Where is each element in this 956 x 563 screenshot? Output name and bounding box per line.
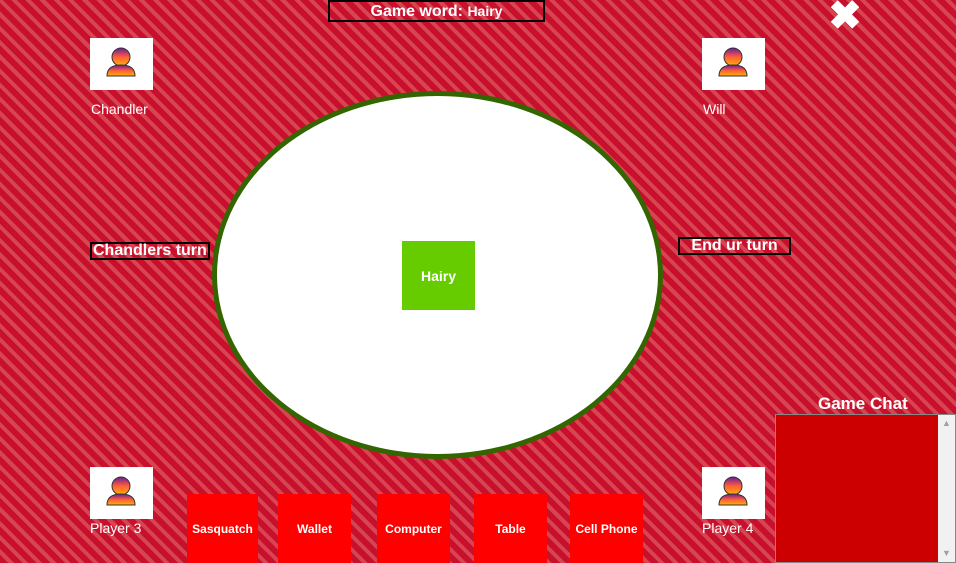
avatar-player-3 [90,467,153,519]
person-avatar-icon [718,47,748,77]
player-name-player-4: Player 4 [702,520,754,536]
scroll-up-icon[interactable]: ▲ [938,415,955,432]
close-icon[interactable]: ✖ [826,0,864,36]
chat-box[interactable]: ▲ ▼ [775,414,956,563]
hand-card[interactable]: Cell Phone [570,494,643,563]
game-word-label: Game word: [370,3,463,20]
scroll-down-icon[interactable]: ▼ [938,545,955,562]
game-word-value: Hairy [467,3,503,19]
avatar-will [702,38,765,90]
center-card: Hairy [402,241,475,310]
person-avatar-icon [106,476,136,506]
person-avatar-icon [106,47,136,77]
chat-title: Game Chat [818,394,908,413]
hand-card[interactable]: Computer [377,494,450,563]
chat-scrollbar[interactable]: ▲ ▼ [938,415,955,562]
hand-card[interactable]: Table [474,494,547,563]
game-word-banner: Game word: Hairy [328,0,545,22]
current-turn-label: Chandlers turn [90,242,210,260]
player-name-chandler: Chandler [91,101,148,117]
avatar-chandler [90,38,153,90]
hand-card[interactable]: Sasquatch [187,494,258,563]
end-turn-button[interactable]: End ur turn [678,237,791,255]
player-name-will: Will [703,101,726,117]
hand-card[interactable]: Wallet [278,494,351,563]
player-name-player-3: Player 3 [90,520,142,536]
avatar-player-4 [702,467,765,519]
person-avatar-icon [718,476,748,506]
